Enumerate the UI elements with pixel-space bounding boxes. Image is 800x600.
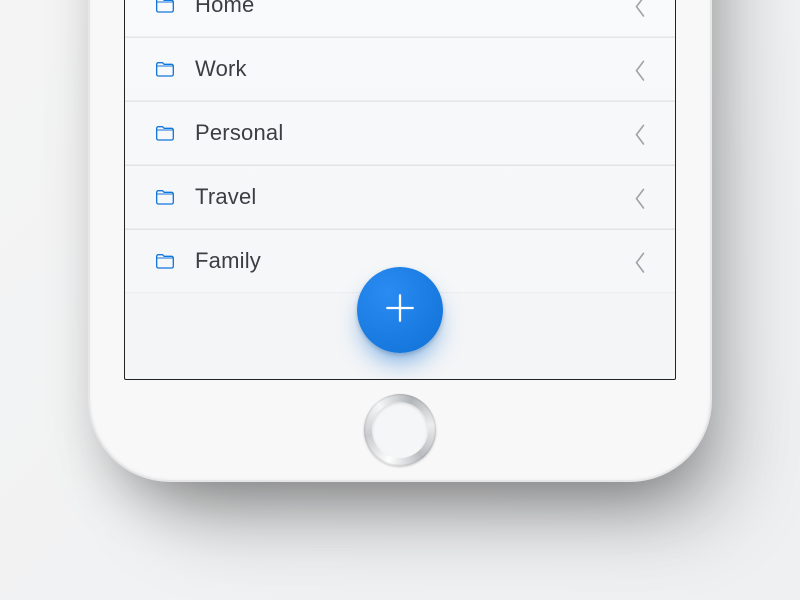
plus-icon	[383, 291, 417, 330]
list-item-label: Personal	[175, 120, 633, 146]
folder-icon	[155, 125, 175, 141]
chevron-left-icon	[633, 187, 647, 207]
list-item-label: Travel	[175, 184, 633, 210]
list-item[interactable]: Work	[125, 37, 675, 101]
folder-icon	[155, 253, 175, 269]
chevron-left-icon	[633, 59, 647, 79]
home-button[interactable]	[364, 394, 436, 466]
chevron-left-icon	[633, 251, 647, 271]
chevron-left-icon	[633, 123, 647, 143]
folder-icon	[155, 189, 175, 205]
chevron-left-icon	[633, 0, 647, 15]
list-item[interactable]: Travel	[125, 165, 675, 229]
folder-list: Home Work Personal	[125, 0, 675, 293]
phone-frame: Home Work Personal	[90, 0, 710, 480]
add-button[interactable]	[357, 267, 443, 353]
screen: Home Work Personal	[124, 0, 676, 380]
list-item[interactable]: Personal	[125, 101, 675, 165]
list-item-label: Work	[175, 56, 633, 82]
folder-icon	[155, 61, 175, 77]
folder-icon	[155, 0, 175, 13]
list-item-label: Home	[175, 0, 633, 18]
list-item[interactable]: Home	[125, 0, 675, 37]
